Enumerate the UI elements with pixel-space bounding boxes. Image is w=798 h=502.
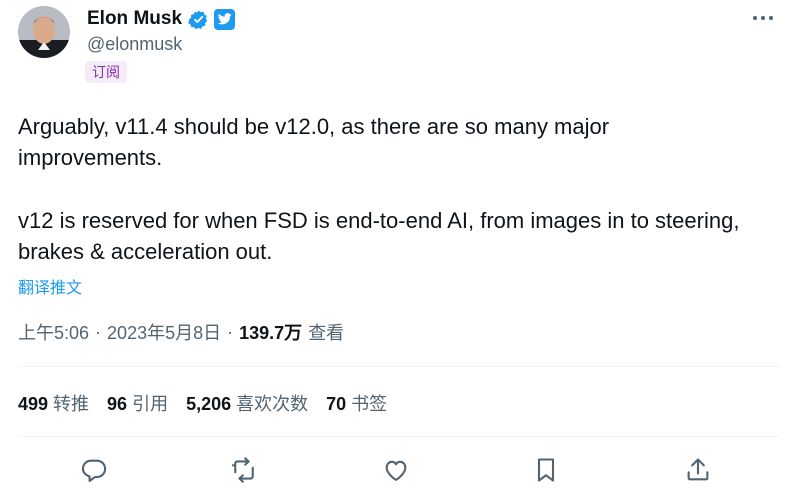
verified-badge-icon [188, 9, 209, 30]
translate-tweet-link[interactable]: 翻译推文 [18, 274, 82, 298]
bookmarks-label: 书签 [351, 394, 388, 414]
quotes-count: 96 [107, 394, 128, 414]
tweet-date[interactable]: 2023年5月8日 [107, 319, 221, 345]
like-icon[interactable] [382, 456, 410, 484]
tweet-meta: 上午5:06 · 2023年5月8日 · 139.7万 查看 [18, 319, 344, 345]
tweet-time[interactable]: 上午5:06 [18, 319, 89, 345]
retweets-stat[interactable]: 499 转推 [18, 390, 89, 416]
author-name-row: Elon Musk [87, 7, 236, 31]
twitter-bird-icon [214, 8, 236, 30]
divider [18, 436, 780, 437]
retweets-label: 转推 [53, 394, 90, 414]
subscribe-button[interactable]: 订阅 [85, 61, 127, 83]
tweet-text: Arguably, v11.4 should be v12.0, as ther… [18, 111, 758, 267]
views-label: 查看 [308, 323, 345, 343]
retweets-count: 499 [18, 394, 49, 414]
likes-label: 喜欢次数 [236, 394, 309, 414]
quotes-stat[interactable]: 96 引用 [107, 390, 168, 416]
bookmarks-count: 70 [326, 394, 347, 414]
author-handle[interactable]: @elonmusk [87, 34, 182, 55]
bookmarks-stat[interactable]: 70 书签 [326, 390, 387, 416]
avatar[interactable] [18, 6, 70, 58]
author-name[interactable]: Elon Musk [87, 8, 182, 30]
share-icon[interactable] [684, 456, 712, 484]
tweet-paragraph: Arguably, v11.4 should be v12.0, as ther… [18, 114, 610, 170]
retweet-icon[interactable] [230, 456, 258, 484]
more-options-icon[interactable] [752, 11, 774, 25]
tweet-paragraph: v12 is reserved for when FSD is end-to-e… [18, 208, 740, 264]
tweet-stats: 499 转推 96 引用 5,206 喜欢次数 70 书签 [18, 390, 405, 416]
reply-icon[interactable] [80, 456, 108, 484]
divider [18, 366, 780, 367]
likes-count: 5,206 [186, 394, 232, 414]
meta-separator: · [227, 321, 234, 342]
meta-separator: · [95, 321, 102, 342]
views-count: 139.7万 [239, 323, 303, 343]
likes-stat[interactable]: 5,206 喜欢次数 [186, 390, 308, 416]
quotes-label: 引用 [132, 394, 169, 414]
bookmark-icon[interactable] [532, 456, 560, 484]
avatar-image [18, 6, 70, 58]
